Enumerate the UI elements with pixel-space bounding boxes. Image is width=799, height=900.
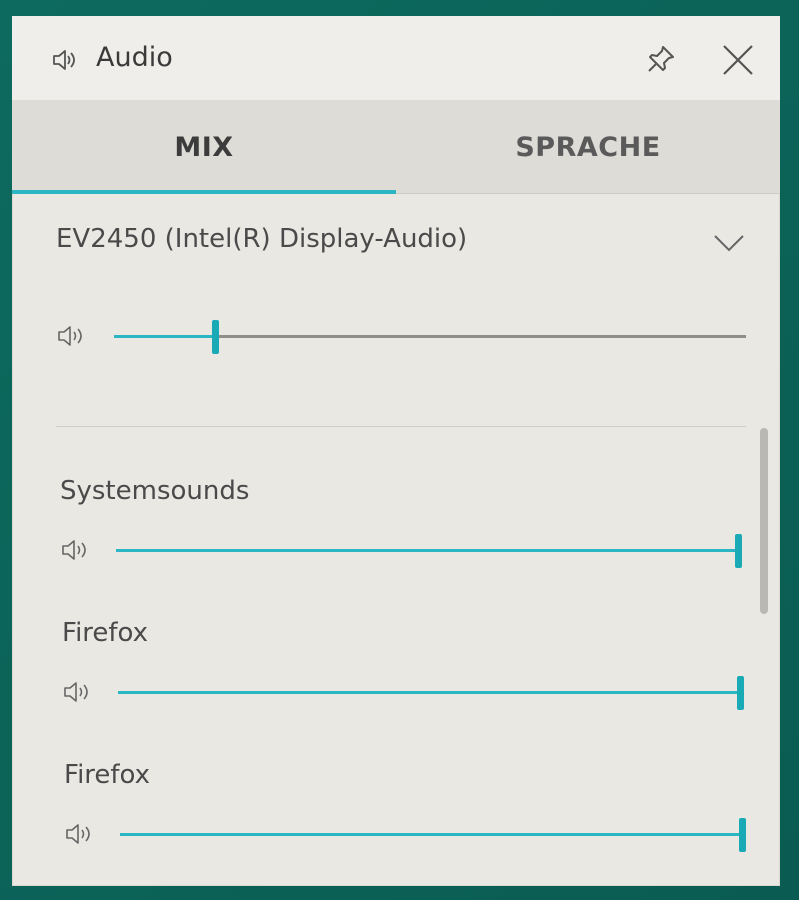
app-label-firefox-2: Firefox <box>64 760 151 790</box>
section-divider <box>56 426 746 427</box>
firefox-2-volume-slider <box>64 814 752 854</box>
output-device-dropdown[interactable]: EV2450 (Intel(R) Display-Audio) <box>56 224 746 264</box>
volume-icon[interactable] <box>62 678 96 706</box>
tab-sprache-label: SPRACHE <box>515 131 661 163</box>
app-label-firefox-1: Firefox <box>62 618 149 648</box>
scrollbar[interactable] <box>760 428 768 614</box>
volume-icon[interactable] <box>56 322 90 350</box>
app-label-systemsounds: Systemsounds <box>60 476 250 506</box>
tab-sprache[interactable]: SPRACHE <box>396 100 780 194</box>
tab-mix[interactable]: MIX <box>12 100 396 194</box>
tab-mix-label: MIX <box>174 131 234 163</box>
device-volume-track[interactable] <box>114 320 746 354</box>
firefox-2-volume-track[interactable] <box>120 818 746 852</box>
firefox-1-volume-thumb[interactable] <box>737 676 744 710</box>
systemsounds-volume-fill <box>116 549 742 552</box>
title-bar: Audio <box>12 16 780 100</box>
audio-widget-panel: Audio MIX SPRACHE EV2450 (Intel(R) Displ… <box>12 16 780 886</box>
volume-icon[interactable] <box>64 820 98 848</box>
pin-icon[interactable] <box>644 42 678 76</box>
firefox-1-volume-fill <box>118 691 744 694</box>
output-device-name: EV2450 (Intel(R) Display-Audio) <box>56 224 468 254</box>
systemsounds-volume-track[interactable] <box>116 534 742 568</box>
systemsounds-volume-slider <box>60 530 748 570</box>
device-volume-fill <box>114 335 216 338</box>
volume-icon[interactable] <box>60 536 94 564</box>
device-volume-slider <box>56 316 746 356</box>
active-tab-indicator <box>12 190 396 194</box>
tab-bar: MIX SPRACHE <box>12 100 780 194</box>
device-volume-thumb[interactable] <box>211 320 219 354</box>
firefox-2-volume-thumb[interactable] <box>739 818 746 852</box>
window-title: Audio <box>96 42 173 73</box>
chevron-down-icon[interactable] <box>712 230 746 256</box>
systemsounds-volume-thumb[interactable] <box>735 534 742 568</box>
speaker-icon <box>53 50 75 70</box>
close-icon[interactable] <box>718 40 758 80</box>
firefox-2-volume-fill <box>120 833 746 836</box>
firefox-1-volume-slider <box>62 672 750 712</box>
firefox-1-volume-track[interactable] <box>118 676 744 710</box>
